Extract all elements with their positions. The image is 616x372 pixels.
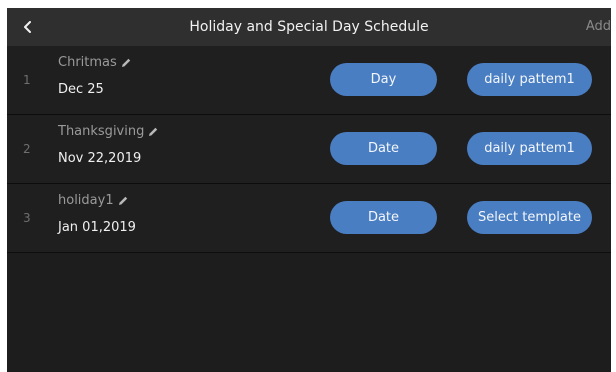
row-index: 1	[23, 73, 31, 87]
pencil-icon[interactable]	[147, 126, 159, 138]
pencil-icon[interactable]	[120, 57, 132, 69]
type-button[interactable]: Day	[330, 63, 437, 96]
holiday-name-label: Chritmas	[58, 55, 117, 70]
holiday-date: Dec 25	[58, 82, 104, 97]
holiday-date: Jan 01,2019	[58, 220, 136, 235]
pencil-icon[interactable]	[117, 195, 129, 207]
header-bar: Holiday and Special Day Schedule Add	[7, 8, 611, 46]
add-button[interactable]: Add	[586, 8, 611, 46]
template-button[interactable]: Select template	[467, 201, 592, 234]
schedule-row: 3 holiday1 Jan 01,2019 Date Select templ…	[7, 184, 611, 253]
chevron-left-icon	[24, 21, 31, 33]
template-button[interactable]: daily pattem1	[467, 63, 592, 96]
page-title: Holiday and Special Day Schedule	[189, 19, 429, 35]
type-button[interactable]: Date	[330, 201, 437, 234]
schedule-screen: Holiday and Special Day Schedule Add 1 C…	[7, 8, 611, 372]
row-index: 2	[23, 142, 31, 156]
holiday-name[interactable]: holiday1	[58, 193, 129, 208]
holiday-name-label: Thanksgiving	[58, 124, 145, 139]
row-index: 3	[23, 211, 31, 225]
schedule-row: 2 Thanksgiving Nov 22,2019 Date daily pa…	[7, 115, 611, 184]
holiday-name[interactable]: Thanksgiving	[58, 124, 159, 139]
back-button[interactable]	[18, 17, 38, 37]
type-button[interactable]: Date	[330, 132, 437, 165]
holiday-name[interactable]: Chritmas	[58, 55, 132, 70]
schedule-row: 1 Chritmas Dec 25 Day daily pattem1	[7, 46, 611, 115]
holiday-name-label: holiday1	[58, 193, 114, 208]
template-button[interactable]: daily pattem1	[467, 132, 592, 165]
holiday-date: Nov 22,2019	[58, 151, 142, 166]
